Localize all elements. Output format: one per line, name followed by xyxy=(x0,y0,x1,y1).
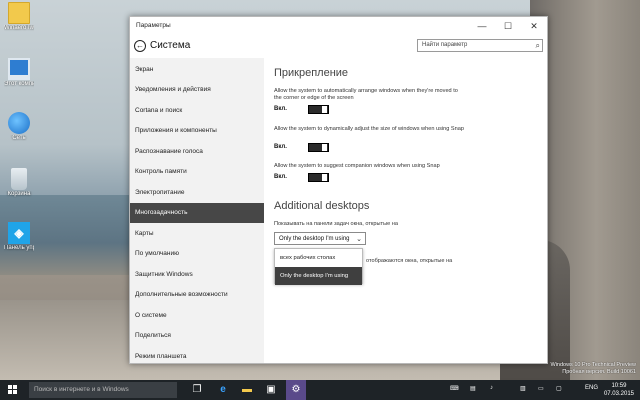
sidebar-item-speech[interactable]: Распознавание голоса xyxy=(130,142,264,162)
desktop-icon-winaerotweaker[interactable]: WinaeroTweaker xyxy=(4,2,34,32)
toggle-knob xyxy=(322,144,327,151)
computer-icon xyxy=(8,58,30,80)
taskbar-search-placeholder: Поиск в интернете и в Windows xyxy=(34,386,129,393)
snap-suggest-toggle[interactable] xyxy=(308,173,329,182)
toggle-knob xyxy=(322,174,327,181)
sidebar-item-defender[interactable]: Защитник Windows xyxy=(130,265,264,285)
taskbar-windows-description: Показывать на панели задач окна, открыты… xyxy=(274,221,398,227)
setting-description: Allow the system to automatically arrang… xyxy=(274,88,458,102)
sidebar-item-power[interactable]: Электропитание xyxy=(130,183,264,203)
clock-date: 07.03.2015 xyxy=(603,391,634,397)
taskbar-search-input[interactable]: Поиск в интернете и в Windows xyxy=(29,382,177,398)
desktop-icon-label: Панель управления xyxy=(4,245,34,251)
desktops-heading: Additional desktops xyxy=(274,200,370,212)
title-bar[interactable]: Параметры — ☐ ✕ xyxy=(130,17,547,36)
maximize-button[interactable]: ☐ xyxy=(495,17,521,36)
snap-resize-toggle[interactable] xyxy=(308,143,329,152)
build-watermark: Windows 10 Pro Technical Preview Пробная… xyxy=(551,362,637,376)
recycle-bin-icon xyxy=(11,168,27,190)
taskbar-windows-select[interactable]: Only the desktop I'm using ⌄ xyxy=(274,232,366,245)
control-panel-icon: ◈ xyxy=(8,222,30,244)
desktop-icon-label: Сеть xyxy=(12,135,26,141)
alt-tab-description: отображаются окна, открытые на xyxy=(366,258,453,264)
snap-heading: Прикрепление xyxy=(274,67,349,79)
dropdown-option[interactable]: всех рабочих столах xyxy=(275,249,362,267)
toggle-state-label: Вкл. xyxy=(274,106,287,112)
windows-start-icon[interactable] xyxy=(8,385,18,395)
folder-icon xyxy=(8,2,30,24)
store-icon[interactable]: ▣ xyxy=(264,383,278,397)
select-value: Only the desktop I'm using xyxy=(279,236,350,242)
setting-description: Allow the system to suggest companion wi… xyxy=(274,163,440,169)
sidebar-item-notifications[interactable]: Уведомления и действия xyxy=(130,80,264,100)
taskbar: Поиск в интернете и в Windows ❐ e ▬ ▣ ⚙ … xyxy=(0,380,640,400)
sidebar-item-cortana[interactable]: Cortana и поиск xyxy=(130,101,264,121)
search-icon: ⌕ xyxy=(535,41,540,50)
select-dropdown: всех рабочих столах Only the desktop I'm… xyxy=(274,248,363,285)
network-tray-icon[interactable]: ▥ xyxy=(520,385,526,392)
clock[interactable]: 10:59 07.03.2015 xyxy=(604,382,634,398)
page-title: Система xyxy=(150,40,191,51)
battery-icon[interactable]: ▭ xyxy=(538,385,544,392)
notifications-icon[interactable]: ▢ xyxy=(556,385,562,392)
keyboard-icon[interactable]: ⌨ xyxy=(450,385,459,392)
settings-icon[interactable]: ⚙ xyxy=(286,380,306,400)
setting-description: Allow the system to dynamically adjust t… xyxy=(274,126,464,132)
desktop-icon-control-panel[interactable]: ◈ Панель управления xyxy=(4,222,34,252)
network-icon xyxy=(8,112,30,134)
toggle-state-label: Вкл. xyxy=(274,174,287,180)
desktop-icon-label: Этот компьютер xyxy=(4,81,34,87)
chevron-down-icon: ⌄ xyxy=(356,236,362,243)
sidebar-item-optional-features[interactable]: Дополнительные возможности xyxy=(130,285,264,305)
sidebar-item-about[interactable]: О системе xyxy=(130,306,264,326)
snap-arrange-toggle[interactable] xyxy=(308,105,329,114)
sidebar-item-maps[interactable]: Карты xyxy=(130,224,264,244)
desktop-icon-recycle-bin[interactable]: Корзина xyxy=(4,168,34,198)
close-button[interactable]: ✕ xyxy=(521,17,547,36)
sidebar-item-apps[interactable]: Приложения и компоненты xyxy=(130,121,264,141)
task-view-icon[interactable]: ❐ xyxy=(190,383,204,397)
watermark-line: Пробная версия. Build 10061 xyxy=(562,369,636,375)
action-center-icon[interactable]: ▤ xyxy=(470,385,476,392)
toggle-state-label: Вкл. xyxy=(274,144,287,150)
search-placeholder: Найти параметр xyxy=(422,42,468,48)
settings-header: ← Система Найти параметр ⌕ xyxy=(130,36,547,58)
settings-sidebar: Экран Уведомления и действия Cortana и п… xyxy=(130,58,264,363)
minimize-button[interactable]: — xyxy=(469,17,495,36)
settings-content: Прикрепление Allow the system to automat… xyxy=(264,58,547,363)
clock-time: 10:59 xyxy=(611,383,627,389)
window-title: Параметры xyxy=(136,22,171,29)
sidebar-item-defaults[interactable]: По умолчанию xyxy=(130,244,264,264)
sidebar-item-storage[interactable]: Контроль памяти xyxy=(130,162,264,182)
sidebar-item-multitasking[interactable]: Многозадачность xyxy=(130,203,264,223)
file-explorer-icon[interactable]: ▬ xyxy=(240,383,254,397)
desktop-icon-network[interactable]: Сеть xyxy=(4,112,34,142)
edge-icon[interactable]: e xyxy=(216,383,230,397)
desktop-icon-label: Корзина xyxy=(7,191,31,197)
toggle-knob xyxy=(322,106,327,113)
back-arrow-icon[interactable]: ← xyxy=(134,40,146,52)
watermark-line: Windows 10 Pro Technical Preview xyxy=(550,362,637,368)
language-indicator[interactable]: ENG xyxy=(585,385,598,391)
sidebar-item-share[interactable]: Поделиться xyxy=(130,326,264,346)
volume-icon[interactable]: ♪ xyxy=(490,385,493,391)
settings-window: Параметры — ☐ ✕ ← Система Найти параметр… xyxy=(129,16,548,364)
dropdown-option[interactable]: Only the desktop I'm using xyxy=(275,267,362,285)
desktop-icon-label: WinaeroTweaker xyxy=(4,25,34,31)
sidebar-item-display[interactable]: Экран xyxy=(130,60,264,80)
sidebar-item-tablet-mode[interactable]: Режим планшета xyxy=(130,347,264,367)
desktop-icon-this-pc[interactable]: Этот компьютер xyxy=(4,58,34,88)
search-input[interactable]: Найти параметр ⌕ xyxy=(417,39,543,52)
